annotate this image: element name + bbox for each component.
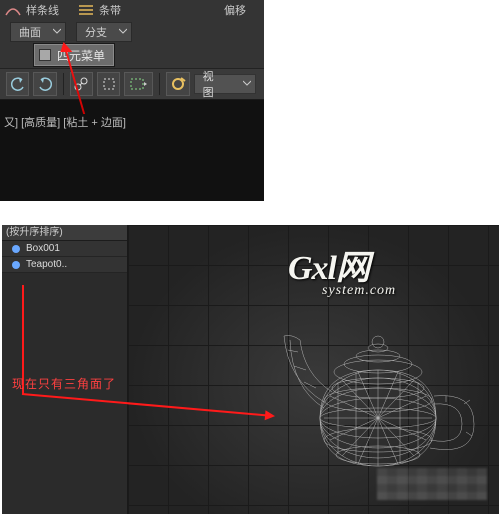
- explorer-header[interactable]: (按升序排序): [2, 225, 127, 241]
- teapot-wireframe: [278, 300, 484, 490]
- redo-icon[interactable]: [33, 72, 56, 96]
- top-iconbar: 样条线 条带 偏移: [0, 0, 264, 20]
- viewport-label: 又] [高质量] [粘土 + 边面]: [4, 114, 126, 130]
- circle-tool-icon[interactable]: [166, 72, 189, 96]
- toolbar-divider: [63, 73, 64, 95]
- branch-dropdown[interactable]: 分支: [76, 22, 132, 42]
- spline-label: 样条线: [26, 2, 59, 18]
- select-icon[interactable]: [97, 72, 120, 96]
- list-item-label: Teapot0..: [26, 259, 67, 270]
- top-panel: 样条线 条带 偏移 曲面 分支 四元菜单: [0, 0, 264, 201]
- surface-dropdown-label: 曲面: [19, 24, 41, 40]
- watermark-main: Gxl网: [288, 240, 396, 289]
- top-dropdown-row: 曲面 分支: [0, 20, 264, 44]
- strip-icon[interactable]: [77, 2, 95, 18]
- toolbar-divider: [159, 73, 160, 95]
- offset-label: 偏移: [224, 2, 246, 18]
- watermark-sub: system.com: [322, 283, 396, 299]
- branch-dropdown-label: 分支: [85, 24, 107, 40]
- list-item[interactable]: Box001: [2, 241, 127, 257]
- scene-explorer[interactable]: (按升序排序) Box001 Teapot0..: [2, 225, 128, 514]
- pixelated-watermark: [377, 468, 487, 500]
- view-dropdown-label: 视图: [203, 68, 223, 100]
- chevron-down-icon: [243, 78, 251, 90]
- annotation-text: 现在只有三角面了: [12, 375, 116, 392]
- selection-region-icon[interactable]: [124, 72, 153, 96]
- surface-dropdown[interactable]: 曲面: [10, 22, 66, 42]
- quad-menu-button[interactable]: 四元菜单: [34, 44, 114, 66]
- object-icon: [12, 245, 20, 253]
- chevron-down-icon: [53, 26, 61, 38]
- watermark: Gxl网 system.com: [288, 240, 396, 299]
- checkbox-icon[interactable]: [39, 49, 51, 61]
- viewport-top[interactable]: 又] [高质量] [粘土 + 边面]: [0, 100, 264, 201]
- quad-menu-row: 四元菜单: [34, 44, 114, 66]
- viewport-perspective[interactable]: Gxl网 system.com: [128, 225, 499, 514]
- view-dropdown[interactable]: 视图: [194, 74, 256, 94]
- chevron-down-icon: [119, 26, 127, 38]
- bottom-panel: (按升序排序) Box001 Teapot0.. Gxl网 system.com: [2, 225, 499, 514]
- list-item-label: Box001: [26, 243, 60, 254]
- list-item[interactable]: Teapot0..: [2, 257, 127, 273]
- undo-icon[interactable]: [6, 72, 29, 96]
- object-icon: [12, 261, 20, 269]
- toolbar: 视图: [0, 68, 264, 100]
- strip-label: 条带: [99, 2, 121, 18]
- spline-icon[interactable]: [4, 2, 22, 18]
